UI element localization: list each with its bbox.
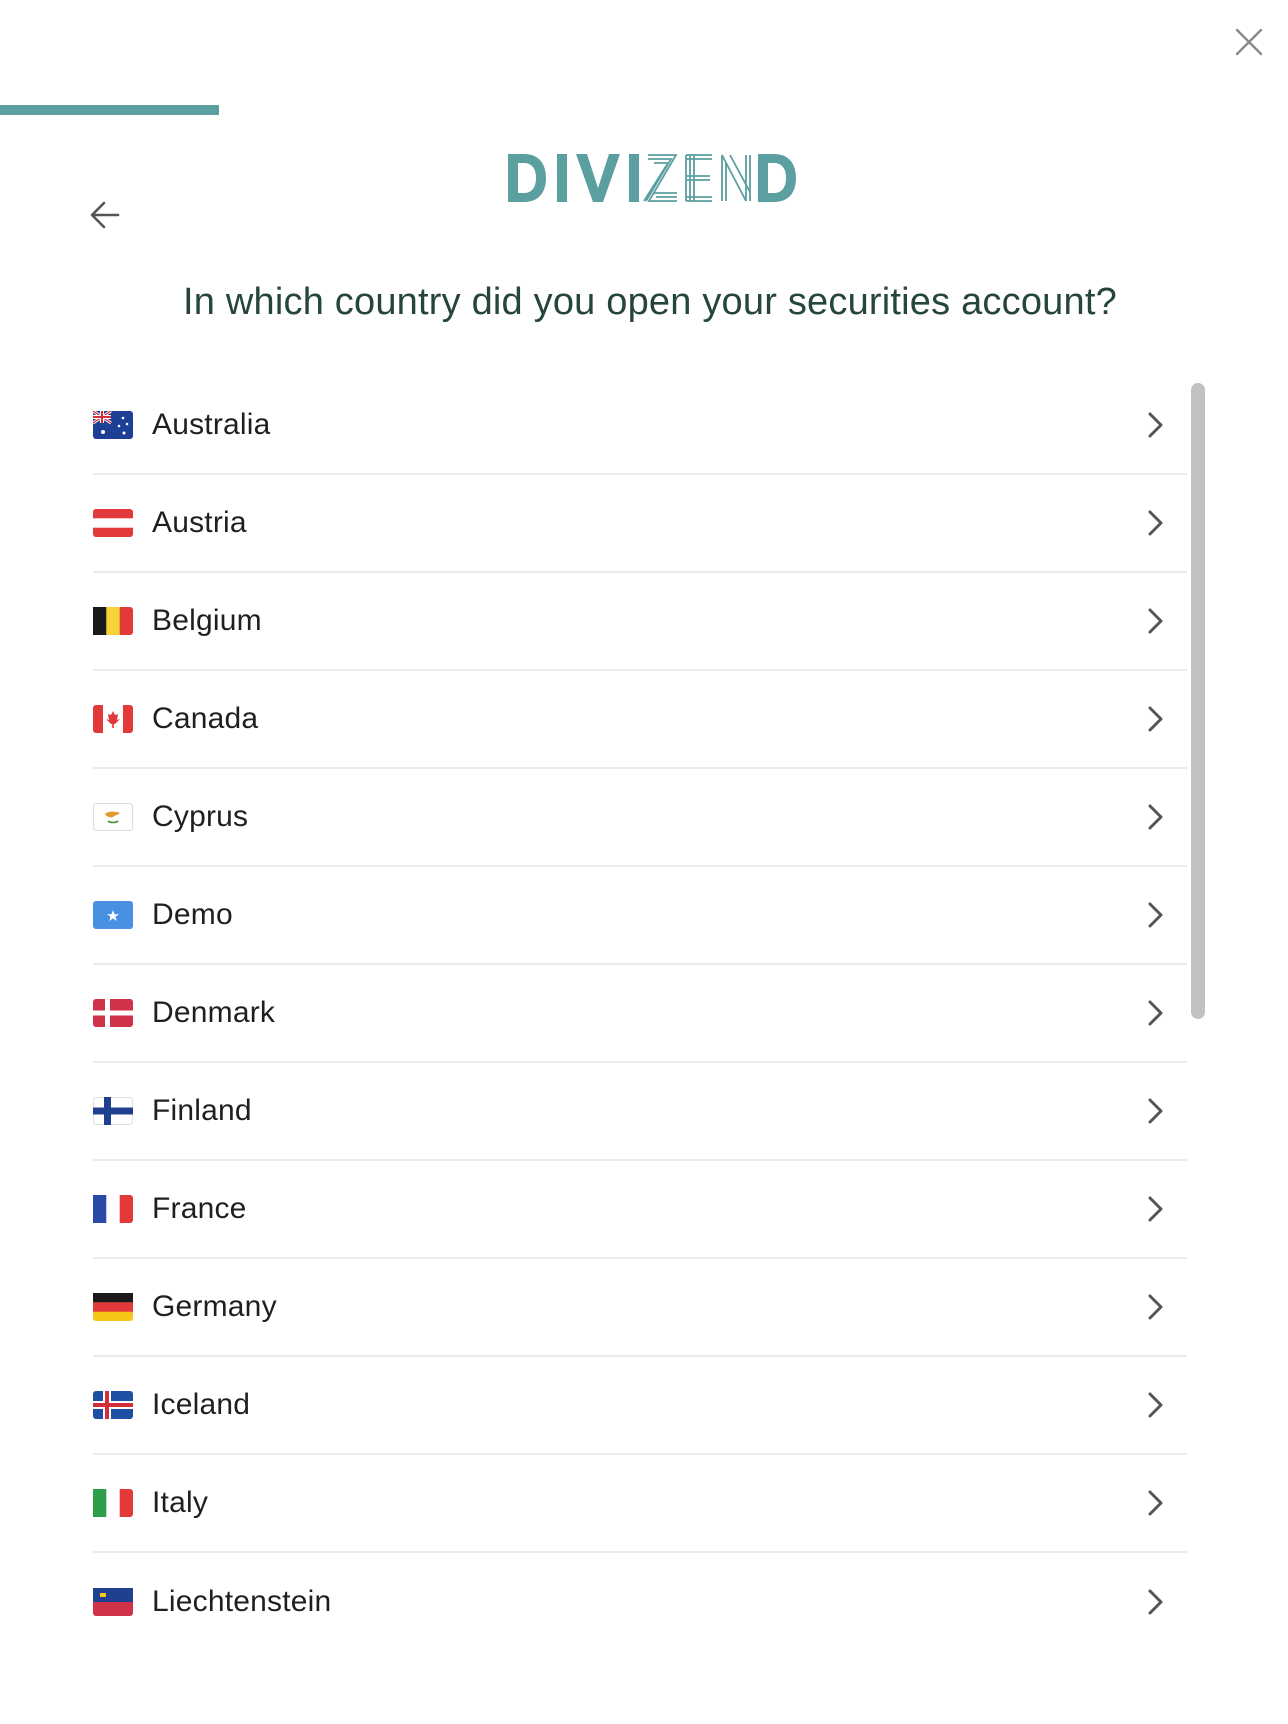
chevron-right-icon xyxy=(1148,412,1163,438)
divizend-logo xyxy=(506,150,796,206)
country-item-liechtenstein[interactable]: Liechtenstein xyxy=(93,1553,1187,1651)
country-label: Belgium xyxy=(152,604,262,637)
it-flag-icon xyxy=(93,1489,133,1517)
close-button[interactable] xyxy=(1233,26,1265,58)
au-flag-icon xyxy=(93,411,133,439)
country-list: Australia Austria Belgium Canada Cyprus … xyxy=(93,377,1187,1651)
country-item-canada[interactable]: Canada xyxy=(93,671,1187,769)
scrollbar-thumb[interactable] xyxy=(1191,383,1205,1019)
chevron-right-icon xyxy=(1148,902,1163,928)
fr-flag-icon xyxy=(93,1195,133,1223)
chevron-right-icon xyxy=(1148,706,1163,732)
is-flag-icon xyxy=(93,1391,133,1419)
country-label: France xyxy=(152,1192,247,1225)
back-button[interactable] xyxy=(88,198,122,232)
close-icon xyxy=(1235,28,1263,56)
country-item-australia[interactable]: Australia xyxy=(93,377,1187,475)
country-label: Finland xyxy=(152,1094,252,1127)
chevron-right-icon xyxy=(1148,804,1163,830)
be-flag-icon xyxy=(93,607,133,635)
chevron-right-icon xyxy=(1148,1490,1163,1516)
country-item-finland[interactable]: Finland xyxy=(93,1063,1187,1161)
de-flag-icon xyxy=(93,1293,133,1321)
country-label: Canada xyxy=(152,702,259,735)
chevron-right-icon xyxy=(1148,1294,1163,1320)
country-label: Demo xyxy=(152,898,233,931)
chevron-right-icon xyxy=(1148,1098,1163,1124)
page-question: In which country did you open your secur… xyxy=(183,281,1117,323)
country-item-iceland[interactable]: Iceland xyxy=(93,1357,1187,1455)
country-item-italy[interactable]: Italy xyxy=(93,1455,1187,1553)
country-item-demo[interactable]: Demo xyxy=(93,867,1187,965)
chevron-right-icon xyxy=(1148,1196,1163,1222)
country-item-france[interactable]: France xyxy=(93,1161,1187,1259)
country-label: Australia xyxy=(152,408,271,441)
progress-bar-fill xyxy=(0,105,219,115)
chevron-right-icon xyxy=(1148,608,1163,634)
country-label: Cyprus xyxy=(152,800,249,833)
li-flag-icon xyxy=(93,1588,133,1616)
country-label: Italy xyxy=(152,1486,209,1519)
country-item-austria[interactable]: Austria xyxy=(93,475,1187,573)
country-item-belgium[interactable]: Belgium xyxy=(93,573,1187,671)
country-label: Denmark xyxy=(152,996,276,1029)
progress-bar xyxy=(0,105,1288,115)
country-label: Liechtenstein xyxy=(152,1585,332,1618)
ca-flag-icon xyxy=(93,705,133,733)
country-item-germany[interactable]: Germany xyxy=(93,1259,1187,1357)
chevron-right-icon xyxy=(1148,510,1163,536)
country-item-cyprus[interactable]: Cyprus xyxy=(93,769,1187,867)
at-flag-icon xyxy=(93,509,133,537)
country-label: Iceland xyxy=(152,1388,251,1421)
chevron-right-icon xyxy=(1148,1000,1163,1026)
dk-flag-icon xyxy=(93,999,133,1027)
cy-flag-icon xyxy=(93,803,133,831)
chevron-right-icon xyxy=(1148,1392,1163,1418)
country-item-denmark[interactable]: Denmark xyxy=(93,965,1187,1063)
fi-flag-icon xyxy=(93,1097,133,1125)
chevron-right-icon xyxy=(1148,1589,1163,1615)
arrow-left-icon xyxy=(90,201,120,229)
country-label: Germany xyxy=(152,1290,277,1323)
country-label: Austria xyxy=(152,506,247,539)
so-flag-icon xyxy=(93,901,133,929)
